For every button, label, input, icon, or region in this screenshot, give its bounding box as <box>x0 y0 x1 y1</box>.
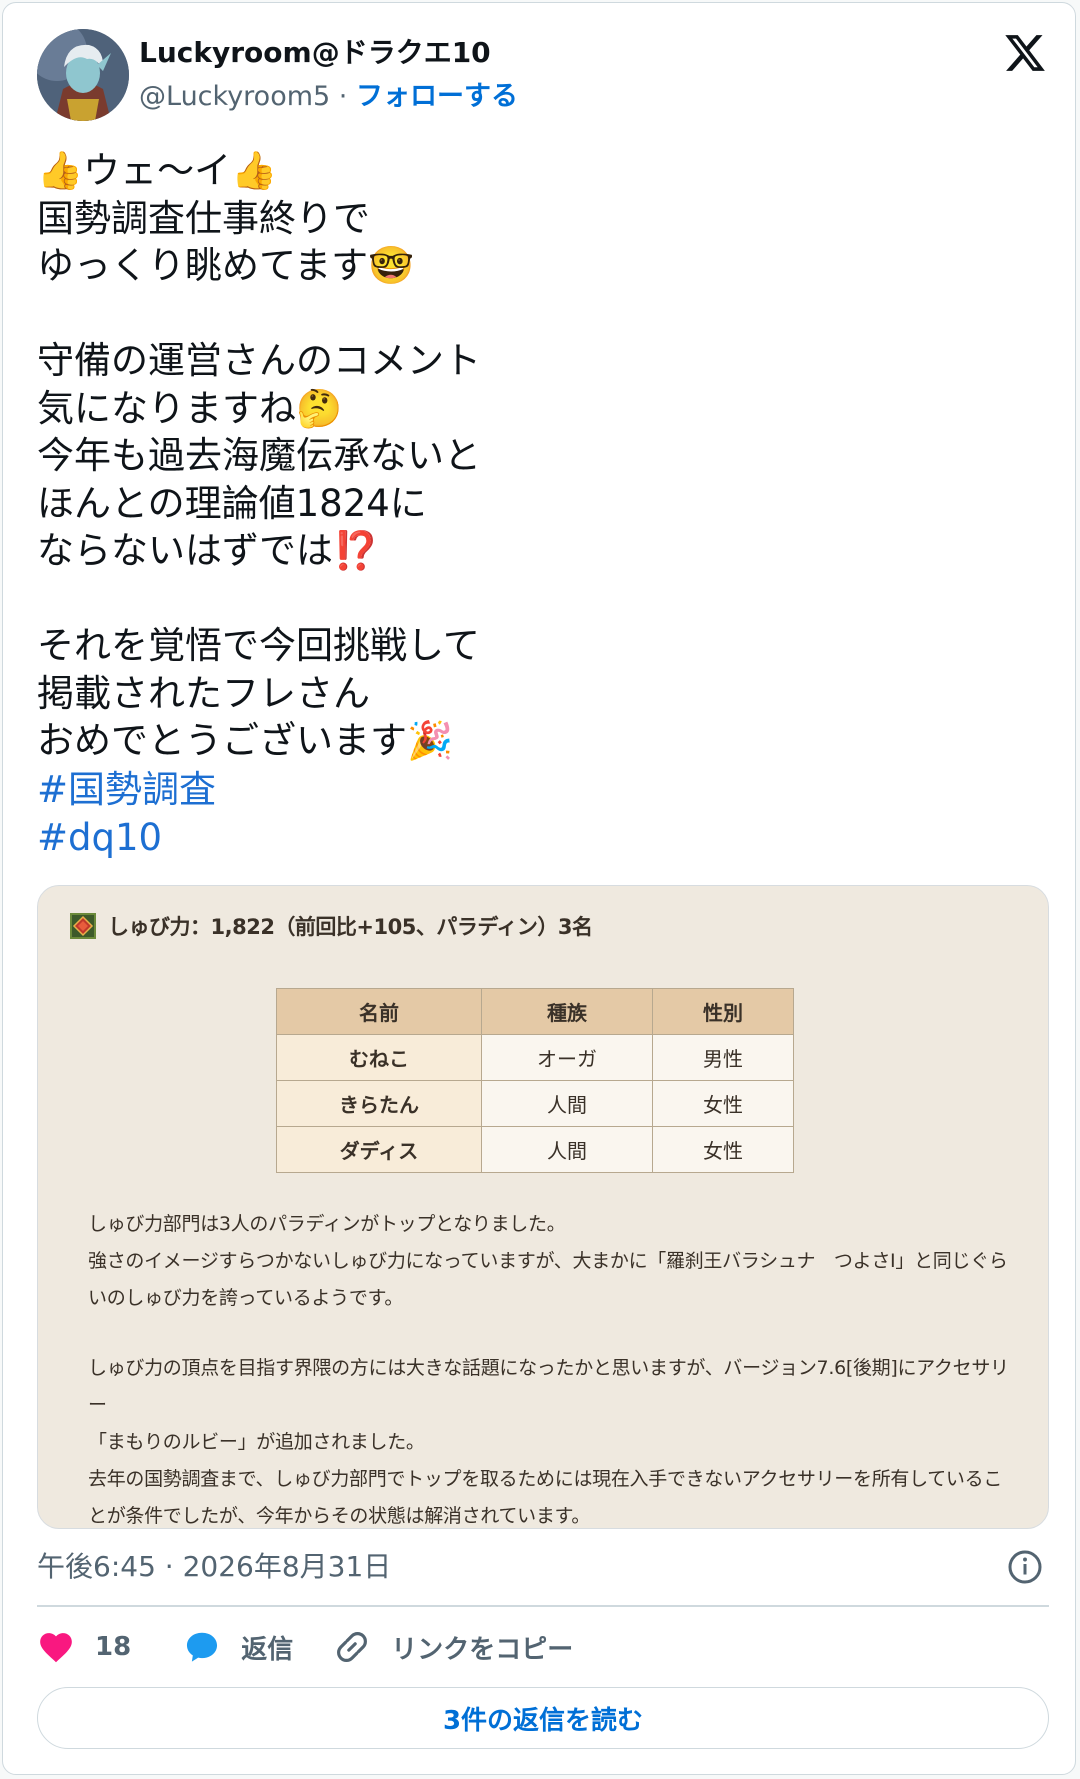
media-image[interactable]: しゅび力：1,822（前回比+105、パラディン）3名 名前 種族 性別 むねこ… <box>37 885 1049 1529</box>
ranking-table: 名前 種族 性別 むねこ オーガ 男性 きらたん 人間 女性 ダディス 人間 女… <box>276 988 794 1173</box>
hashtag-link[interactable]: #国勢調査 <box>37 766 216 814</box>
table-cell: 女性 <box>652 1126 794 1173</box>
media-paragraph: しゅび力部門は3人のパラディンがトップとなりました。 強さのイメージすらつかない… <box>88 1213 1008 1309</box>
link-icon <box>337 1632 368 1662</box>
handle[interactable]: @Luckyroom5 <box>139 81 330 112</box>
follow-button[interactable]: フォローする <box>356 81 518 112</box>
media-paragraph: しゅび力の頂点を目指す界隈の方には大きな話題になったかと思いますが、バージョン7… <box>88 1357 1009 1527</box>
table-header-row: 名前 種族 性別 <box>276 988 794 1035</box>
timestamp[interactable]: 午後6:45 · 2026年8月31日 <box>37 1547 391 1587</box>
heart-icon <box>40 1633 72 1663</box>
action-bar: 18 返信 リンクをコピー <box>37 1623 573 1671</box>
table-cell: 男性 <box>652 1034 794 1081</box>
like-button[interactable]: 18 <box>37 1628 131 1666</box>
info-icon[interactable] <box>1007 1549 1043 1585</box>
hashtags: #国勢調査 #dq10 <box>37 766 216 862</box>
display-name[interactable]: Luckyroom@ドラクエ10 <box>139 35 491 71</box>
avatar[interactable] <box>37 29 129 121</box>
table-cell: きらたん <box>276 1080 482 1127</box>
table-cell: 女性 <box>652 1080 794 1127</box>
handle-row: @Luckyroom5 · フォローする <box>139 79 518 115</box>
table-cell: むねこ <box>276 1034 482 1081</box>
tweet-card: Luckyroom@ドラクエ10 @Luckyroom5 · フォローする 👍ウ… <box>2 2 1076 1775</box>
media-heading: しゅび力：1,822（前回比+105、パラディン）3名 <box>70 910 593 942</box>
hashtag-link[interactable]: #dq10 <box>37 814 216 862</box>
table-row: ダディス 人間 女性 <box>276 1126 794 1173</box>
gem-icon <box>70 913 96 939</box>
table-cell: 人間 <box>481 1126 653 1173</box>
table-cell: 人間 <box>481 1080 653 1127</box>
reply-button[interactable]: 返信 <box>183 1628 293 1666</box>
table-header-cell: 性別 <box>652 988 794 1035</box>
copy-link-label: リンクをコピー <box>391 1634 574 1665</box>
table-cell: オーガ <box>481 1034 653 1081</box>
divider <box>37 1605 1049 1607</box>
table-cell: ダディス <box>276 1126 482 1173</box>
table-header-cell: 名前 <box>276 988 482 1035</box>
tweet-text: 👍ウェ〜イ👍 国勢調査仕事終りで ゆっくり眺めてます🤓 守備の運営さんのコメント… <box>37 149 481 762</box>
reply-label: 返信 <box>241 1634 294 1665</box>
read-replies-button[interactable]: 3件の返信を読む <box>37 1687 1049 1749</box>
table-row: きらたん 人間 女性 <box>276 1080 794 1127</box>
media-heading-text: しゅび力：1,822（前回比+105、パラディン）3名 <box>108 915 593 939</box>
speech-bubble-icon <box>187 1632 218 1662</box>
separator: · <box>338 81 348 112</box>
table-header-cell: 種族 <box>481 988 653 1035</box>
table-row: むねこ オーガ 男性 <box>276 1034 794 1081</box>
copy-link-button[interactable]: リンクをコピー <box>333 1628 573 1666</box>
x-logo-icon[interactable] <box>1003 31 1047 75</box>
like-count: 18 <box>95 1632 132 1662</box>
